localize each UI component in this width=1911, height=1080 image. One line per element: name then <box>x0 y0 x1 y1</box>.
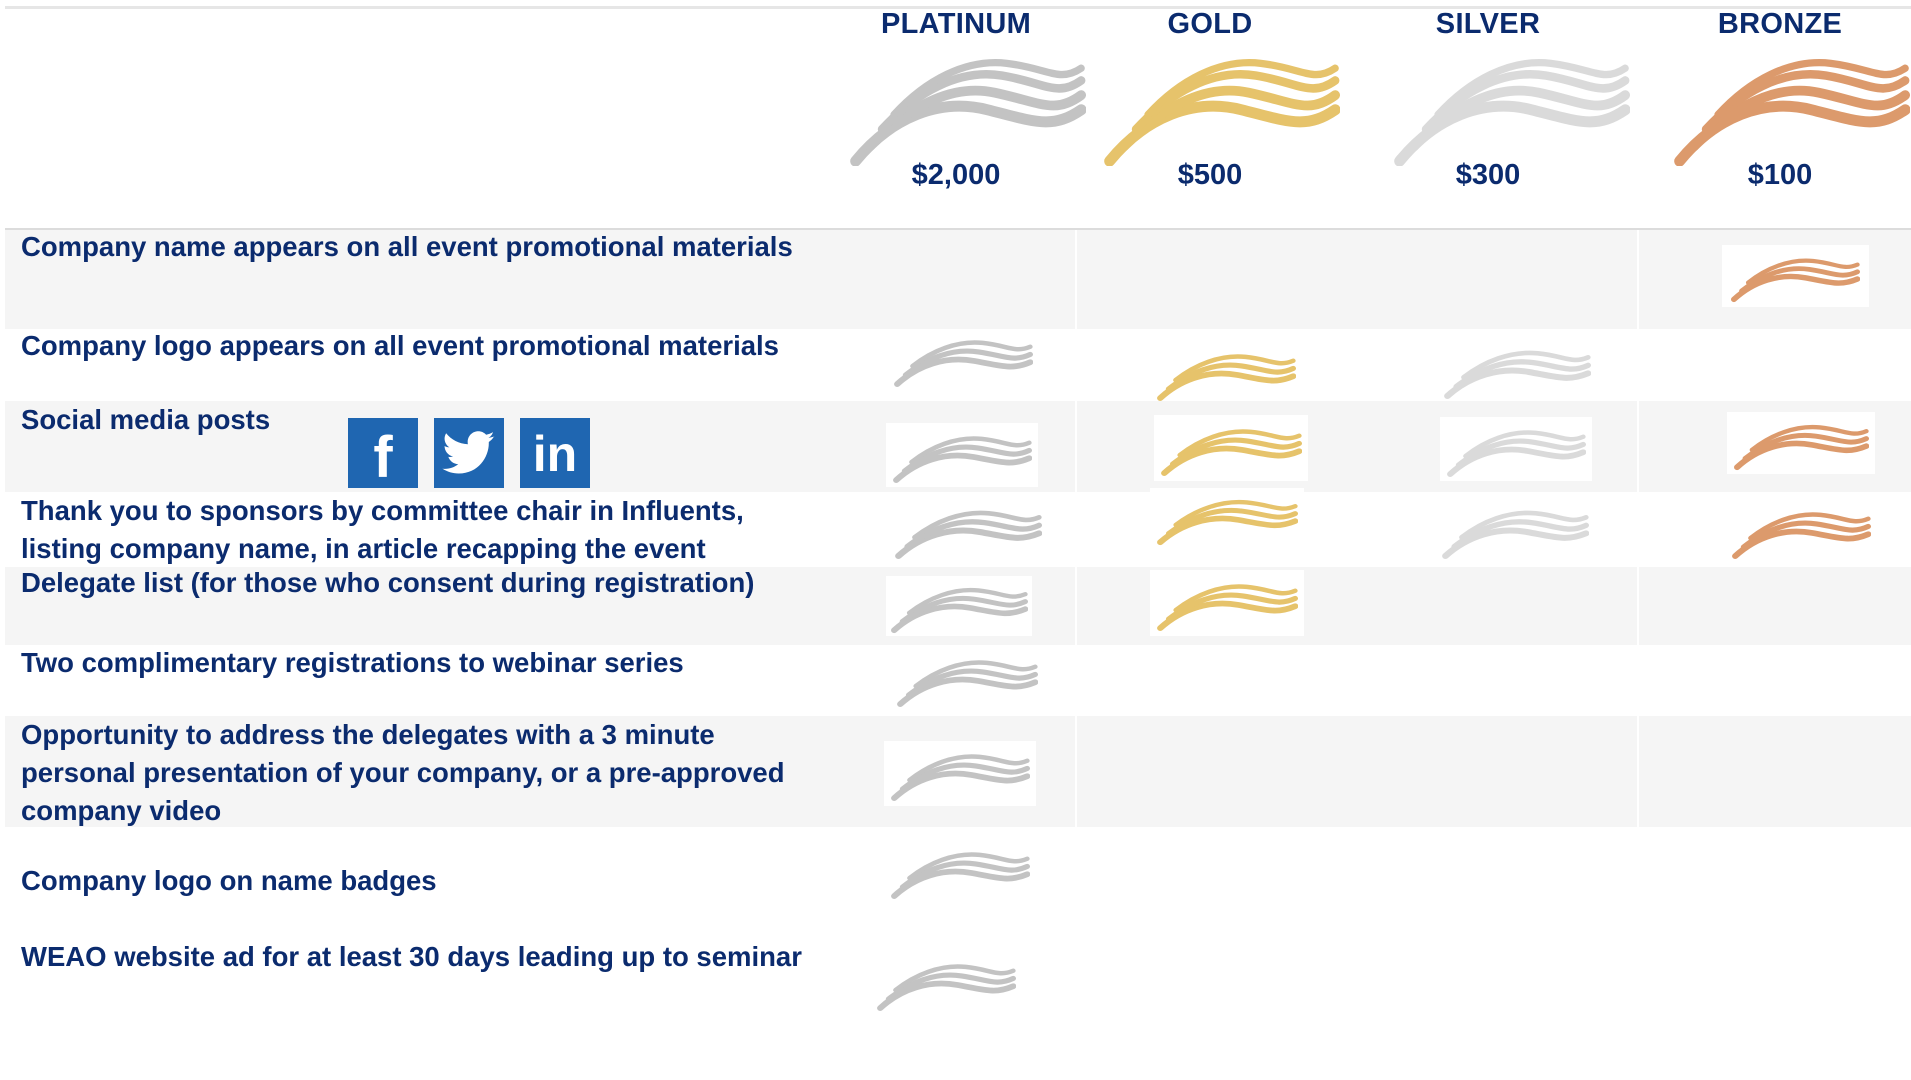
gold-check <box>1150 488 1304 548</box>
wave-stroke <box>899 595 1028 625</box>
bronze-wave-icon <box>1670 56 1911 167</box>
bronze-wave-icon <box>1733 415 1870 471</box>
platinum-wave-icon <box>894 500 1043 560</box>
bronze-check <box>1722 245 1869 307</box>
platinum-check <box>884 741 1036 806</box>
platinum-check <box>886 423 1038 487</box>
wave-stroke <box>902 348 1033 378</box>
wave-stroke <box>1455 438 1586 468</box>
gold-wave-icon <box>1156 344 1297 402</box>
platinum-wave-icon <box>890 578 1029 634</box>
gold-wave-icon <box>1156 490 1299 546</box>
benefit-label: Company logo on name badges <box>21 865 437 896</box>
gold-check <box>1154 415 1308 481</box>
platinum-wave-icon <box>896 650 1039 708</box>
platinum-wave-icon <box>892 426 1033 484</box>
platinum-wave-icon <box>846 56 1087 167</box>
twitter-icon[interactable] <box>434 418 504 488</box>
wave-stroke <box>1739 266 1860 294</box>
wave-stroke <box>899 762 1030 792</box>
gold-wave-icon <box>1100 56 1341 167</box>
linkedin-icon[interactable]: in <box>520 418 590 488</box>
wave-stroke <box>904 519 1042 550</box>
wave-stroke <box>1453 359 1591 390</box>
benefit-label: Two complimentary registrations to webin… <box>21 647 684 678</box>
platinum-wave-icon <box>890 842 1031 900</box>
tier-price-bronze: $100 <box>1747 159 1813 191</box>
platinum-wave-icon <box>893 330 1034 388</box>
wave-stroke <box>1165 362 1296 392</box>
wave-stroke <box>885 972 1016 1002</box>
benefit-label: WEAO website ad for at least 30 days lea… <box>21 941 802 972</box>
tier-price-gold: $500 <box>1177 159 1243 191</box>
bronze-wave-icon <box>1731 502 1872 560</box>
tier-name-bronze: BRONZE <box>1717 8 1843 40</box>
platinum-check <box>886 576 1032 636</box>
gold-check <box>1152 342 1302 404</box>
silver-wave-icon <box>1446 420 1587 478</box>
wave-stroke <box>1740 520 1871 550</box>
wave-stroke <box>1169 437 1302 467</box>
benefit-label: Company name appears on all event promot… <box>21 231 793 262</box>
silver-wave-icon <box>1443 340 1592 400</box>
benefit-label: Opportunity to address the delegates wit… <box>21 719 785 826</box>
tier-price-platinum: $2,000 <box>911 159 1001 191</box>
wave-stroke <box>901 444 1032 474</box>
tier-name-platinum: PLATINUM <box>880 8 1032 40</box>
platinum-wave-icon <box>876 954 1017 1012</box>
platinum-wave-icon <box>890 744 1031 802</box>
benefit-label: Thank you to sponsors by committee chair… <box>21 495 744 564</box>
silver-wave-icon <box>1390 56 1631 167</box>
bronze-wave-icon <box>1730 249 1861 303</box>
tier-price-silver: $300 <box>1455 159 1521 191</box>
bronze-check <box>1727 412 1875 474</box>
facebook-icon[interactable]: f <box>348 418 418 488</box>
silver-wave-icon <box>1441 500 1590 560</box>
wave-stroke <box>1451 519 1589 550</box>
wave-stroke <box>1165 507 1298 537</box>
gold-check <box>1150 570 1304 636</box>
wave-stroke <box>1165 592 1298 622</box>
gold-wave-icon <box>1156 574 1299 632</box>
wave-stroke <box>899 860 1030 890</box>
wave-stroke <box>1742 432 1869 462</box>
gold-wave-icon <box>1160 419 1303 477</box>
silver-check <box>1440 417 1592 481</box>
wave-stroke <box>905 668 1038 698</box>
tier-name-silver: SILVER <box>1435 8 1541 40</box>
tier-name-gold: GOLD <box>1167 8 1253 40</box>
benefit-label: Delegate list (for those who consent dur… <box>21 567 755 598</box>
benefit-label: Company logo appears on all event promot… <box>21 330 779 361</box>
